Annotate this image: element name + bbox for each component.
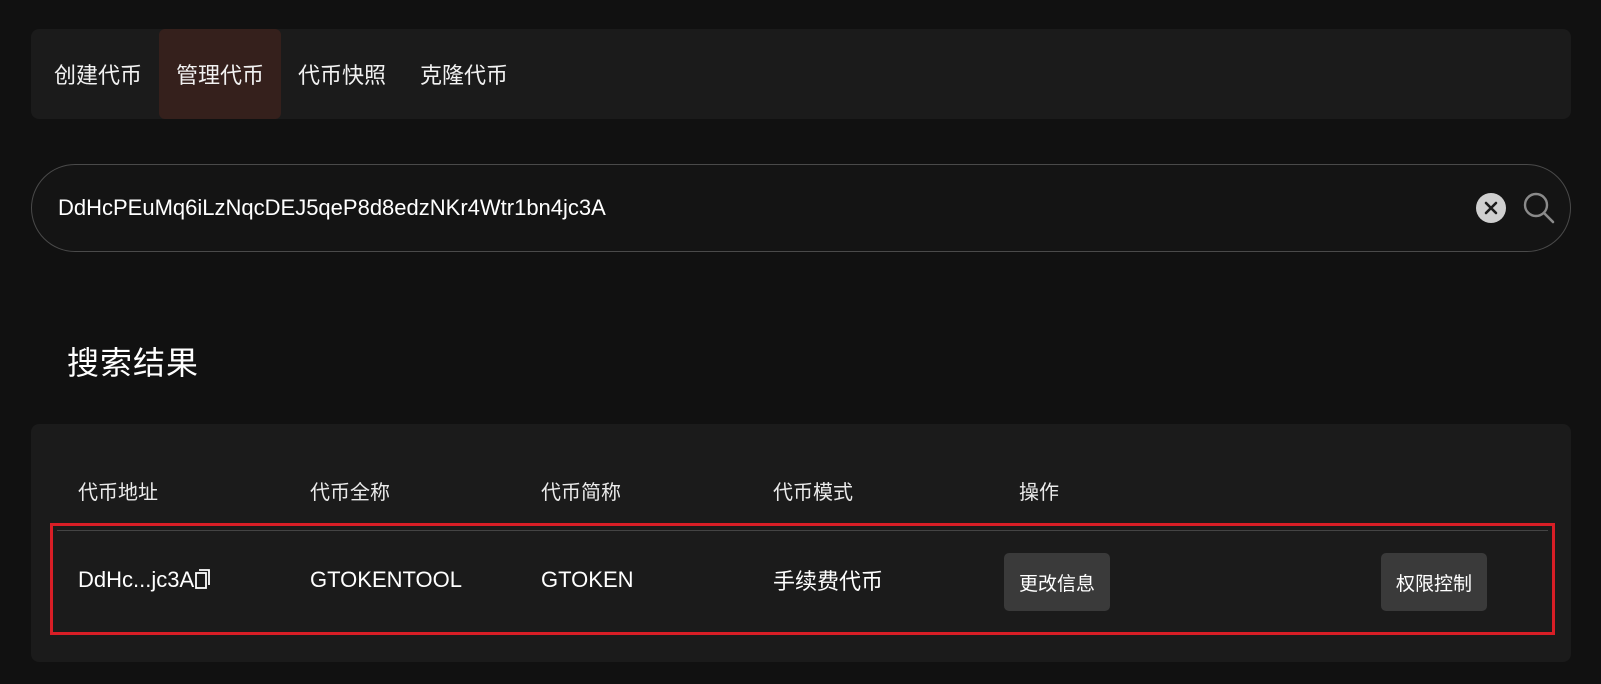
results-title: 搜索结果	[67, 344, 200, 382]
results-table: 代币地址 代币全称 代币简称 代币模式 操作 DdHc...jc3A GTOKE…	[31, 424, 1571, 662]
cell-mode: 手续费代币	[773, 570, 884, 595]
copy-icon[interactable]	[195, 568, 211, 590]
column-header-mode: 代币模式	[773, 480, 853, 504]
token-address: DdHc...jc3A	[78, 567, 195, 592]
search-bar	[31, 164, 1571, 252]
row-divider	[57, 530, 1548, 531]
column-header-address: 代币地址	[78, 480, 158, 504]
column-header-actions: 操作	[1019, 480, 1059, 504]
tab-token-snapshot[interactable]: 代币快照	[281, 29, 403, 119]
column-header-symbol: 代币简称	[541, 480, 621, 504]
permission-control-button[interactable]: 权限控制	[1381, 553, 1488, 611]
edit-info-button[interactable]: 更改信息	[1004, 553, 1111, 611]
tab-create-token[interactable]: 创建代币	[37, 29, 159, 119]
tab-bar: 创建代币 管理代币 代币快照 克隆代币	[31, 29, 1571, 119]
search-icon[interactable]	[1522, 191, 1556, 225]
cell-address: DdHc...jc3A	[78, 567, 211, 593]
tab-clone-token[interactable]: 克隆代币	[403, 29, 525, 119]
page: 创建代币 管理代币 代币快照 克隆代币 搜索结果 代币地址 代币全称 代币简称 …	[0, 0, 1601, 684]
clear-icon[interactable]	[1476, 193, 1506, 223]
cell-symbol: GTOKEN	[541, 567, 634, 592]
column-header-full-name: 代币全称	[310, 480, 390, 504]
search-input[interactable]	[56, 187, 1476, 229]
cell-full-name: GTOKENTOOL	[310, 567, 463, 592]
tab-manage-token[interactable]: 管理代币	[159, 29, 282, 119]
